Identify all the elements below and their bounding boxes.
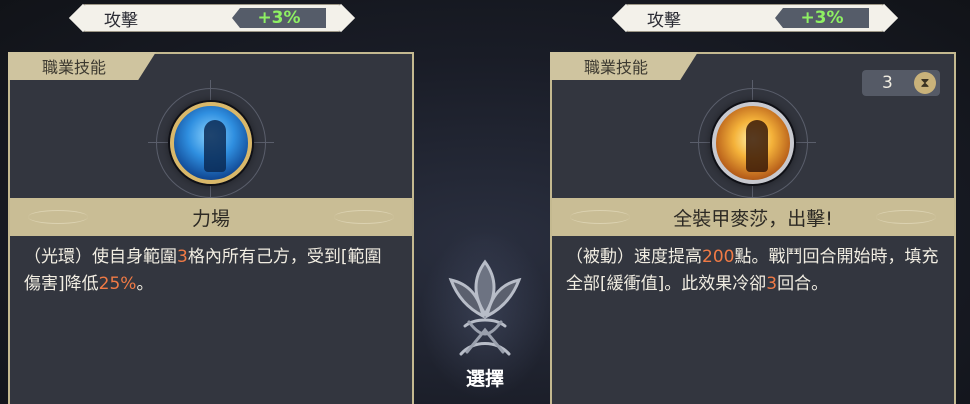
force-field-skill-icon (170, 102, 252, 184)
left-stat-value: +3% (232, 8, 326, 28)
skill-card-left[interactable]: 職業技能 力場 （光環）使自身範圍3格內所有己方，受到[範圍傷害]降低25%。 (8, 52, 414, 404)
left-stat-bar: 攻擊 +3% (82, 4, 342, 32)
right-stat-bar: 攻擊 +3% (625, 4, 885, 32)
skill-title-band: 力場 (10, 198, 412, 236)
leaf-emblem-icon (448, 259, 522, 356)
desc-number: 3 (177, 247, 188, 267)
skill-card-right[interactable]: 職業技能 3 ⧗ 全裝甲麥莎，出擊! （被動）速度提高200點。戰鬥回合開始時，… (550, 52, 956, 404)
right-stat-name: 攻擊 (647, 10, 681, 31)
class-skill-tag: 職業技能 (8, 52, 156, 80)
full-armor-skill-icon (712, 102, 794, 184)
skill-icon-frame (690, 80, 816, 206)
skill-icon-frame (148, 80, 274, 206)
desc-text: 。 (136, 274, 154, 294)
skill-description: （被動）速度提高200點。戰鬥回合開始時，填充全部[緩衝值]。此效果冷卻3回合。 (566, 244, 940, 298)
hourglass-icon: ⧗ (914, 72, 936, 94)
skill-description: （光環）使自身範圍3格內所有己方，受到[範圍傷害]降低25%。 (24, 244, 398, 298)
left-stat-name: 攻擊 (104, 10, 138, 31)
right-stat-value: +3% (775, 8, 869, 28)
class-skill-tag: 職業技能 (550, 52, 698, 80)
desc-text: 回合。 (777, 274, 829, 294)
desc-number: 200 (702, 247, 735, 267)
desc-number: 25% (98, 274, 137, 294)
skill-name: 力場 (191, 207, 230, 230)
desc-text: （光環）使自身範圍 (24, 247, 177, 267)
cooldown-turns: 3 (882, 73, 893, 93)
skill-title-band: 全裝甲麥莎，出擊! (552, 198, 954, 236)
desc-number: 3 (766, 274, 778, 294)
cooldown-badge: 3 ⧗ (862, 70, 940, 96)
select-button[interactable]: 選擇 (430, 256, 540, 404)
select-label: 選擇 (465, 368, 504, 390)
skill-name: 全裝甲麥莎，出擊! (673, 207, 833, 230)
desc-text: （被動）速度提高 (566, 247, 702, 267)
